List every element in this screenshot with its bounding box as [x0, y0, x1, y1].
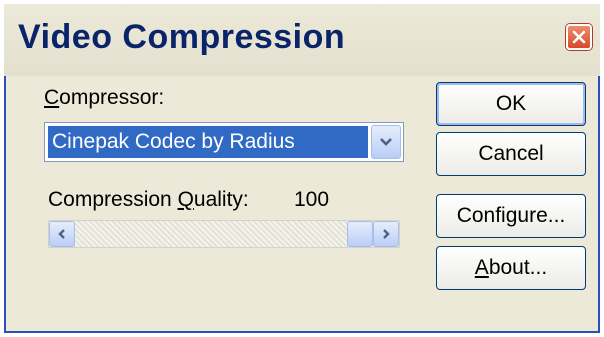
- compressor-label: Compressor:: [44, 86, 165, 109]
- title-bar: Video Compression: [4, 4, 600, 76]
- chevron-right-icon: [383, 229, 390, 239]
- scroll-left-button[interactable]: [49, 221, 75, 247]
- window-title: Video Compression: [18, 18, 346, 56]
- chevron-left-icon: [58, 229, 65, 239]
- slider-thumb[interactable]: [347, 221, 373, 247]
- compressor-selected-value: Cinepak Codec by Radius: [48, 126, 368, 158]
- chevron-down-icon: [380, 138, 392, 146]
- close-icon: [572, 30, 586, 44]
- dropdown-button[interactable]: [371, 125, 401, 159]
- scroll-right-button[interactable]: [373, 221, 399, 247]
- quality-label: Compression Quality:: [48, 188, 249, 211]
- about-button[interactable]: About...: [436, 246, 586, 290]
- video-compression-dialog: Video Compression Compressor: Cinepak Co…: [4, 4, 600, 333]
- ok-button[interactable]: OK: [436, 82, 586, 126]
- close-button[interactable]: [566, 24, 592, 50]
- quality-value: 100: [294, 188, 330, 211]
- cancel-button[interactable]: Cancel: [436, 132, 586, 176]
- quality-slider[interactable]: [48, 220, 400, 248]
- compressor-select[interactable]: Cinepak Codec by Radius: [44, 122, 404, 162]
- configure-button[interactable]: Confi g ure...: [436, 194, 586, 238]
